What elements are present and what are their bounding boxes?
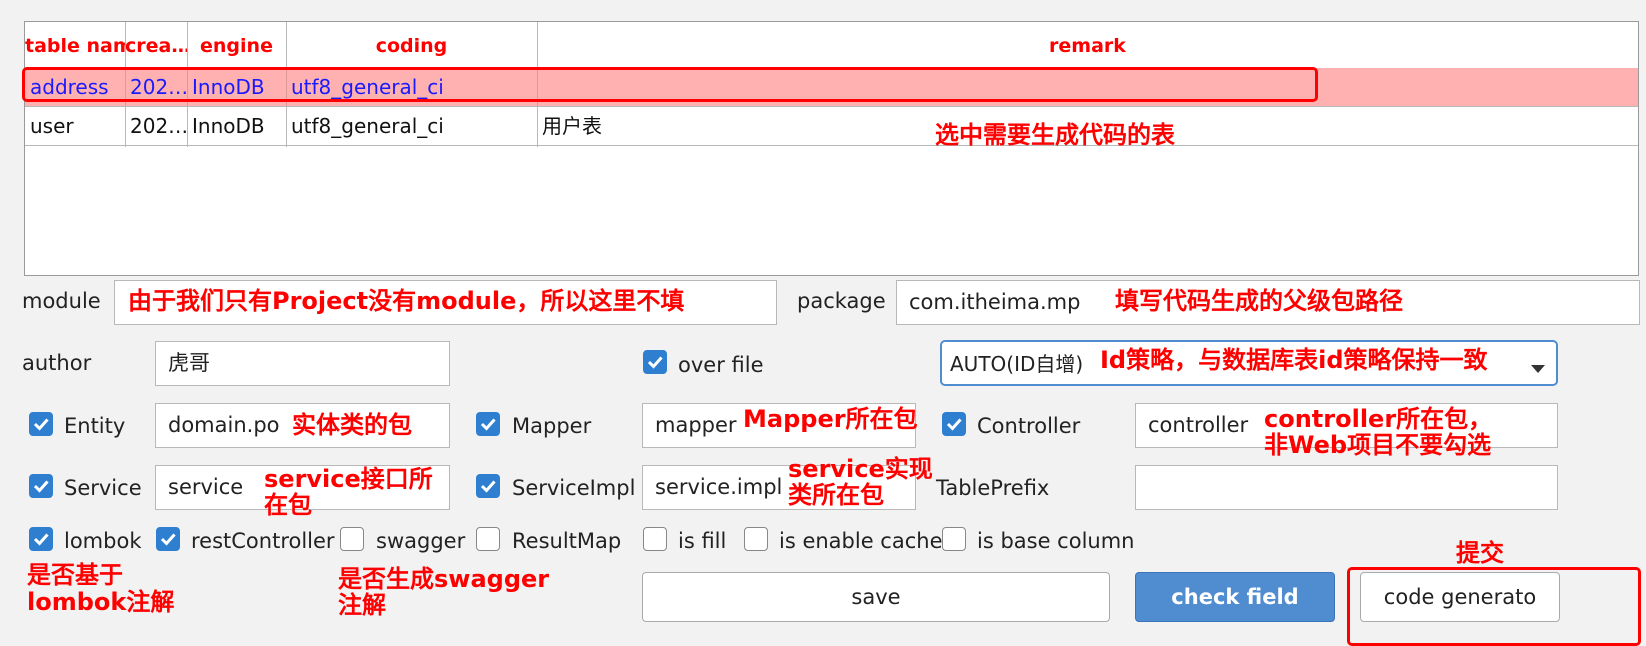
header-create-time[interactable]: crea… xyxy=(125,22,187,67)
author-label: author xyxy=(22,351,92,375)
table-row[interactable]: user 202… InnoDB utf8_general_ci 用户表 xyxy=(25,106,1638,146)
annotation-controller-1: controller所在包， xyxy=(1264,405,1493,433)
annotation-entity: 实体类的包 xyxy=(292,411,412,439)
annotation-mapper: Mapper所在包 xyxy=(743,405,918,433)
chevron-down-icon[interactable] xyxy=(1530,359,1546,378)
package-label: package xyxy=(797,289,886,313)
annotation-module: 由于我们只有Project没有module，所以这里不填 xyxy=(128,287,685,315)
isfill-label: is fill xyxy=(678,529,727,553)
restcontroller-label: restController xyxy=(191,529,335,553)
entity-label: Entity xyxy=(64,414,126,438)
annotation-serviceimpl-2: 类所在包 xyxy=(788,481,884,509)
swagger-label: swagger xyxy=(376,529,466,553)
annotation-controller-2: 非Web项目不要勾选 xyxy=(1264,431,1492,459)
annotation-service-1: service接口所 xyxy=(264,465,433,493)
controller-label: Controller xyxy=(977,414,1081,438)
annotation-lombok-2: lombok注解 xyxy=(27,588,175,616)
annotation-swagger-2: 注解 xyxy=(338,591,386,619)
over-file-label: over file xyxy=(678,353,764,377)
over-file-checkbox[interactable] xyxy=(643,350,667,374)
annotation-id: Id策略，与数据库表id策略保持一致 xyxy=(1100,346,1488,374)
code-generator-button[interactable]: code generato xyxy=(1360,572,1560,622)
serviceimpl-checkbox[interactable] xyxy=(476,474,500,498)
mapper-label: Mapper xyxy=(512,414,592,438)
header-coding[interactable]: coding xyxy=(286,22,537,67)
cell-table-name: user xyxy=(30,114,74,138)
tableprefix-input[interactable] xyxy=(1135,465,1558,510)
cell-create-time: 202… xyxy=(130,114,187,138)
header-table-name[interactable]: table name xyxy=(25,22,125,67)
check-field-button[interactable]: check field xyxy=(1135,572,1335,622)
base-column-label: is base column xyxy=(977,529,1135,553)
selection-highlight-box xyxy=(22,67,1318,102)
cell-coding: utf8_general_ci xyxy=(291,114,444,138)
cell-engine: InnoDB xyxy=(192,114,265,138)
mapper-checkbox[interactable] xyxy=(476,412,500,436)
enable-cache-label: is enable cache xyxy=(779,529,943,553)
service-checkbox[interactable] xyxy=(29,474,53,498)
annotation-lombok-1: 是否基于 xyxy=(27,561,123,589)
isfill-checkbox[interactable] xyxy=(643,527,667,551)
enable-cache-checkbox[interactable] xyxy=(744,527,768,551)
annotation-swagger-1: 是否生成swagger xyxy=(338,565,550,593)
annotation-submit: 提交 xyxy=(1456,539,1504,567)
module-label: module xyxy=(22,289,101,313)
serviceimpl-label: ServiceImpl xyxy=(512,476,636,500)
annotation-serviceimpl-1: service实现 xyxy=(788,455,933,483)
lombok-checkbox[interactable] xyxy=(29,527,53,551)
header-remark[interactable]: remark xyxy=(537,22,1638,67)
base-column-checkbox[interactable] xyxy=(942,527,966,551)
annotation-select-table: 选中需要生成代码的表 xyxy=(935,121,1175,149)
resultmap-label: ResultMap xyxy=(512,529,622,553)
table-list: table name crea… engine coding remark ad… xyxy=(24,21,1639,276)
author-input[interactable]: 虎哥 xyxy=(155,341,450,386)
swagger-checkbox[interactable] xyxy=(340,527,364,551)
tableprefix-label: TablePrefix xyxy=(936,476,1050,500)
entity-checkbox[interactable] xyxy=(29,412,53,436)
annotation-package: 填写代码生成的父级包路径 xyxy=(1115,287,1403,315)
header-engine[interactable]: engine xyxy=(187,22,286,67)
save-button[interactable]: save xyxy=(642,572,1110,622)
annotation-service-2: 在包 xyxy=(264,491,312,519)
resultmap-checkbox[interactable] xyxy=(476,527,500,551)
lombok-label: lombok xyxy=(64,529,142,553)
controller-checkbox[interactable] xyxy=(942,412,966,436)
service-label: Service xyxy=(64,476,142,500)
restcontroller-checkbox[interactable] xyxy=(156,527,180,551)
id-type-value: AUTO(ID自增) xyxy=(950,352,1084,376)
